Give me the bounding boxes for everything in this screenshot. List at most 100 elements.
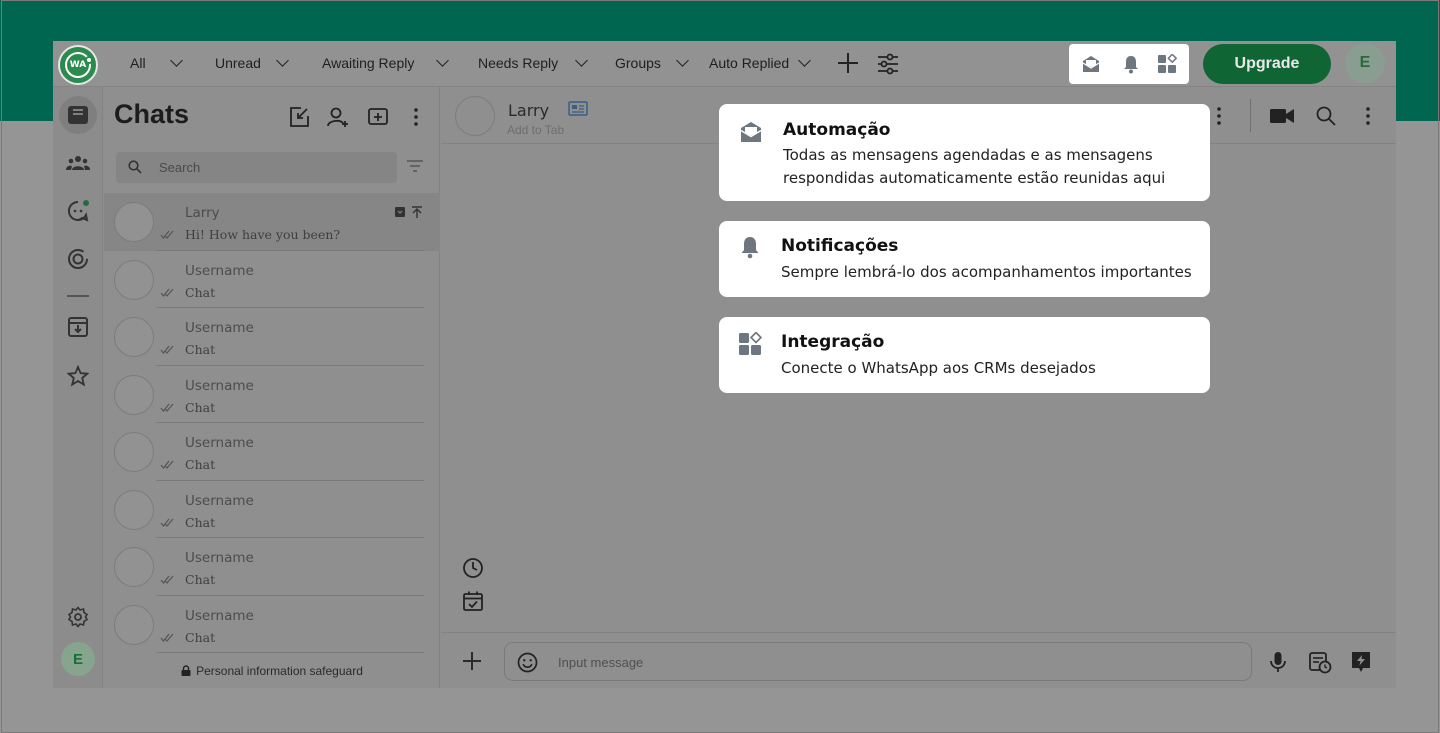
privacy-notice[interactable]: Personal information safeguard bbox=[104, 664, 440, 678]
upgrade-button[interactable]: Upgrade bbox=[1203, 44, 1331, 84]
filter-tab-label: Auto Replied bbox=[709, 55, 790, 71]
user-avatar[interactable]: E bbox=[1345, 43, 1385, 83]
search-icon bbox=[128, 160, 142, 174]
chevron-down-icon[interactable] bbox=[276, 54, 289, 67]
new-chat-icon[interactable] bbox=[287, 105, 311, 129]
schedule-clock-icon[interactable] bbox=[462, 557, 484, 579]
filter-tab-all[interactable]: All bbox=[130, 54, 183, 71]
filter-tab-unread[interactable]: Unread bbox=[215, 54, 289, 71]
chat-name: Username bbox=[185, 320, 254, 336]
chat-preview: Chat bbox=[185, 629, 216, 645]
chevron-down-icon[interactable] bbox=[436, 54, 450, 67]
tooltip-title: Notificações bbox=[781, 236, 899, 256]
filter-icon[interactable] bbox=[406, 159, 424, 173]
filter-tab-label: Awaiting Reply bbox=[322, 55, 415, 71]
quick-reply-icon[interactable] bbox=[1349, 650, 1373, 674]
avatar bbox=[114, 317, 154, 357]
chat-preview: Chat bbox=[185, 457, 216, 472]
avatar bbox=[114, 432, 154, 472]
automation-inbox-icon[interactable] bbox=[1081, 54, 1101, 74]
microphone-icon[interactable] bbox=[1266, 650, 1290, 674]
attach-plus-icon[interactable] bbox=[463, 652, 481, 670]
chat-row[interactable]: Username Chat bbox=[104, 538, 440, 596]
rail-groups[interactable] bbox=[59, 144, 97, 182]
filter-tab-awaiting-reply[interactable]: Awaiting Reply bbox=[322, 54, 450, 71]
emoji-icon[interactable] bbox=[517, 652, 538, 673]
read-ticks-icon bbox=[160, 633, 174, 642]
filter-tab-groups[interactable]: Groups bbox=[615, 54, 689, 71]
archive-icon bbox=[68, 317, 88, 337]
message-composer bbox=[441, 632, 1396, 688]
rail-archive[interactable] bbox=[59, 308, 97, 346]
message-box[interactable] bbox=[504, 642, 1252, 681]
logo-dot bbox=[85, 56, 93, 64]
read-ticks-icon bbox=[160, 288, 174, 297]
rail-chats[interactable] bbox=[59, 96, 97, 134]
contact-name[interactable]: Larry bbox=[508, 101, 549, 120]
chat-preview: Chat bbox=[185, 514, 216, 530]
rail-user-avatar[interactable]: E bbox=[61, 642, 95, 676]
tooltip-card-automation: Automação Todas as mensagens agendadas e… bbox=[719, 104, 1210, 201]
chat-row[interactable]: Username Chat bbox=[104, 596, 440, 653]
filter-tab-needs-reply[interactable]: Needs Reply bbox=[478, 54, 589, 71]
chat-name: Larry bbox=[185, 205, 220, 221]
chat-row[interactable]: Username Chat bbox=[104, 423, 440, 481]
filter-tab-auto-replied[interactable]: Auto Replied bbox=[709, 54, 812, 71]
privacy-notice-text: Personal information safeguard bbox=[196, 664, 363, 678]
integration-icon bbox=[739, 332, 762, 355]
add-tab-plus-icon[interactable] bbox=[838, 53, 858, 73]
tooltip-title: Integração bbox=[781, 332, 885, 352]
rail-starred[interactable] bbox=[59, 357, 97, 395]
avatar bbox=[114, 259, 154, 300]
chevron-down-icon[interactable] bbox=[575, 54, 589, 67]
rail-status[interactable] bbox=[59, 240, 97, 278]
video-call-icon[interactable] bbox=[1269, 105, 1295, 127]
sliders-settings-icon[interactable] bbox=[877, 53, 899, 75]
row-divider bbox=[156, 652, 424, 653]
header-divider bbox=[1250, 99, 1251, 132]
row-actions-icon[interactable] bbox=[394, 205, 424, 219]
more-vertical-icon[interactable] bbox=[404, 105, 428, 129]
rail-settings[interactable] bbox=[59, 598, 97, 636]
app-logo[interactable]: WA bbox=[58, 45, 98, 85]
chat-preview: Chat bbox=[185, 572, 216, 587]
read-ticks-icon bbox=[160, 575, 174, 584]
chevron-down-icon[interactable] bbox=[676, 54, 689, 67]
chat-preview: Chat bbox=[185, 399, 216, 415]
read-ticks-icon bbox=[160, 403, 174, 412]
scheduled-message-icon[interactable] bbox=[1308, 650, 1332, 674]
inbox-icon bbox=[68, 106, 88, 124]
search-box[interactable]: Search bbox=[116, 152, 397, 183]
calendar-check-icon[interactable] bbox=[462, 590, 484, 612]
filter-tab-label: All bbox=[130, 55, 146, 71]
more-vertical-icon[interactable] bbox=[1357, 105, 1379, 127]
filter-tab-label: Needs Reply bbox=[478, 55, 559, 71]
avatar bbox=[114, 604, 154, 645]
search-icon[interactable] bbox=[1315, 105, 1337, 127]
quick-actions-highlight bbox=[1069, 44, 1189, 84]
avatar[interactable] bbox=[455, 96, 495, 136]
contact-card-icon[interactable] bbox=[568, 101, 588, 116]
add-to-tab-link[interactable]: Add to Tab bbox=[507, 123, 564, 137]
star-icon bbox=[67, 365, 89, 387]
more-vertical-icon[interactable] bbox=[1208, 105, 1230, 127]
add-contact-icon[interactable] bbox=[326, 105, 350, 129]
chat-row[interactable]: Username Chat bbox=[104, 308, 440, 366]
read-ticks-icon bbox=[160, 460, 174, 469]
message-input[interactable] bbox=[558, 652, 1208, 672]
groups-icon bbox=[66, 156, 90, 170]
chevron-down-icon[interactable] bbox=[169, 54, 183, 67]
chats-panel: Chats Search Larry Hi! How have you been… bbox=[104, 87, 440, 688]
new-group-icon[interactable] bbox=[366, 105, 390, 129]
chevron-down-icon[interactable] bbox=[798, 54, 812, 67]
rail-ai-bot[interactable] bbox=[59, 192, 97, 230]
avatar bbox=[114, 374, 154, 415]
bell-icon[interactable] bbox=[1121, 54, 1141, 74]
chats-title: Chats bbox=[114, 99, 190, 129]
chat-row[interactable]: Larry Hi! How have you been? bbox=[104, 193, 440, 251]
integration-icon[interactable] bbox=[1157, 54, 1177, 74]
chat-row[interactable]: Username Chat bbox=[104, 251, 440, 308]
chat-row[interactable]: Username Chat bbox=[104, 366, 440, 423]
left-nav-rail: E bbox=[53, 87, 103, 688]
chat-row[interactable]: Username Chat bbox=[104, 481, 440, 538]
